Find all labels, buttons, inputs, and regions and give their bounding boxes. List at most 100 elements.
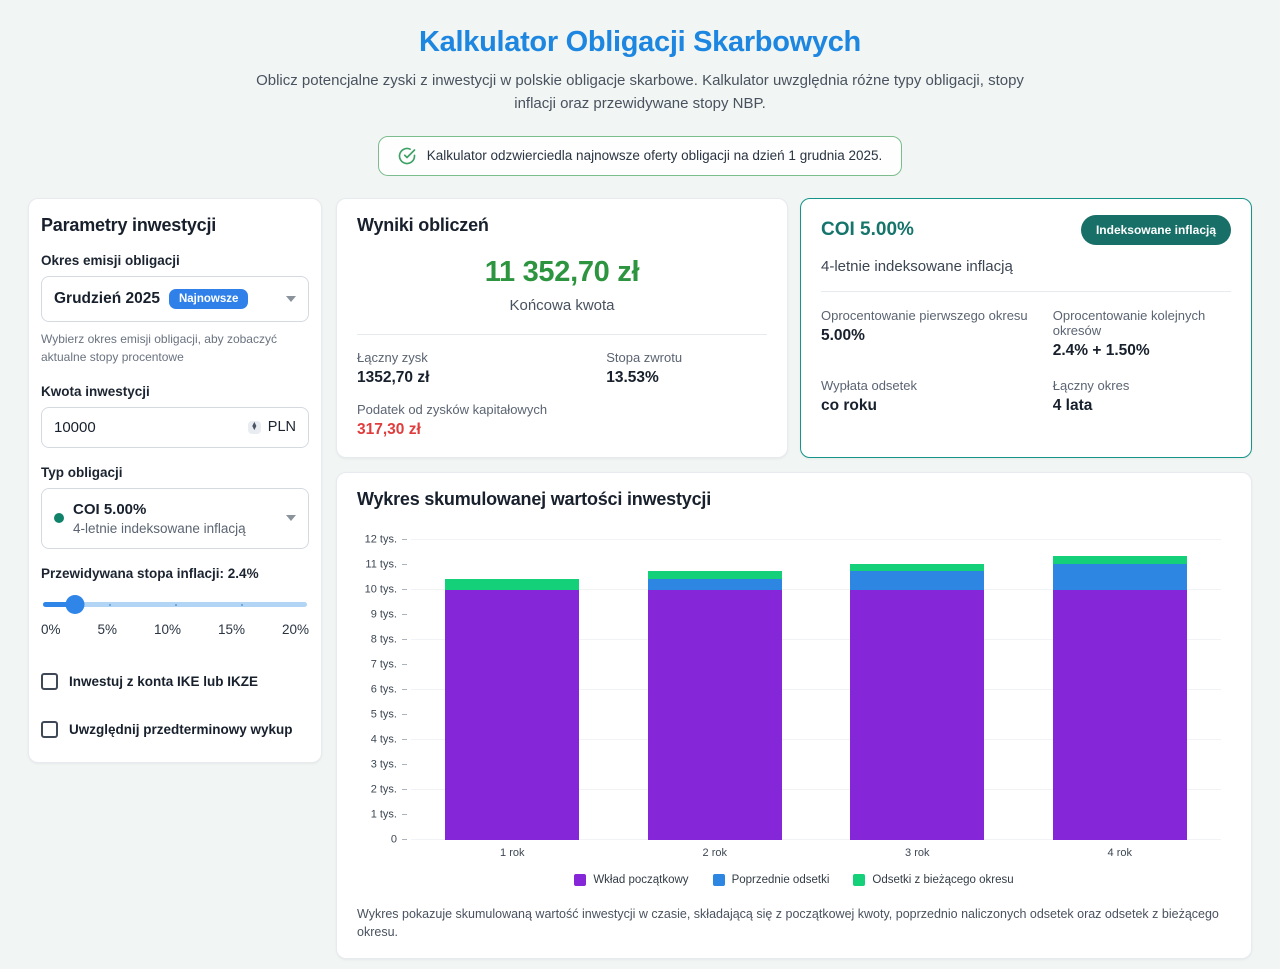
chart-bar-segment[interactable] <box>850 564 984 572</box>
chart-card: Wykres skumulowanej wartości inwestycji … <box>336 472 1252 960</box>
legend-label: Poprzednie odsetki <box>732 874 830 886</box>
checkbox-label: Inwestuj z konta IKE lub IKZE <box>69 674 258 689</box>
bond-type-dot-icon <box>54 513 64 523</box>
chart-x-labels: 1 rok2 rok3 rok4 rok <box>411 847 1221 859</box>
bond-detail-value: 5.00% <box>821 327 1053 345</box>
info-banner: Kalkulator odzwierciedla najnowsze ofert… <box>378 136 903 176</box>
chart-bar-segment[interactable] <box>1053 556 1187 564</box>
top-row: Wyniki obliczeń 11 352,70 zł Końcowa kwo… <box>336 198 1252 458</box>
bond-type-description: 4-letnie indeksowane inflacją <box>73 521 246 536</box>
chart-y-tick-label: 6 tys. <box>353 684 397 695</box>
divider <box>821 291 1231 292</box>
bond-detail-value: co roku <box>821 397 1053 415</box>
chart-bar-segment[interactable] <box>445 579 579 589</box>
chart-bar[interactable] <box>445 540 579 840</box>
chart-y-tick <box>402 664 407 665</box>
chart-y-tick-label: 5 tys. <box>353 709 397 720</box>
chart-y-tick <box>402 639 407 640</box>
legend-label: Odsetki z bieżącego okresu <box>872 874 1013 886</box>
chart-bar-group <box>816 540 1019 840</box>
inflation-indexed-badge: Indeksowane inflacją <box>1081 215 1231 245</box>
issue-period-select[interactable]: Grudzień 2025 Najnowsze <box>41 276 309 322</box>
slider-thumb[interactable] <box>65 595 84 614</box>
chart-y-tick-label: 9 tys. <box>353 609 397 620</box>
chart-y-tick <box>402 764 407 765</box>
chart-bar-segment[interactable] <box>850 571 984 589</box>
banner-text: Kalkulator odzwierciedla najnowsze ofert… <box>427 148 883 163</box>
banner-wrap: Kalkulator odzwierciedla najnowsze ofert… <box>28 136 1252 176</box>
chart-bar-segment[interactable] <box>648 590 782 840</box>
stat-return-rate: Stopa zwrotu 13.53% <box>606 350 767 387</box>
bond-details-grid: Oprocentowanie pierwszego okresu 5.00% O… <box>821 308 1231 415</box>
chart-y-tick <box>402 789 407 790</box>
bond-type-option: COI 5.00% 4-letnie indeksowane inflacją <box>73 501 246 536</box>
chart-y-tick <box>402 539 407 540</box>
slider-label: 15% <box>218 622 245 637</box>
chart-bar-segment[interactable] <box>445 590 579 840</box>
page-subtitle: Oblicz potencjalne zyski z inwestycji w … <box>250 69 1030 116</box>
final-amount-label: Końcowa kwota <box>357 297 767 314</box>
bond-type-value: COI 5.00% <box>73 501 246 518</box>
final-amount: 11 352,70 zł <box>357 256 767 289</box>
chart-bar-segment[interactable] <box>1053 564 1187 590</box>
bond-subtitle: 4-letnie indeksowane inflacją <box>821 258 1231 275</box>
chart-bar[interactable] <box>850 540 984 840</box>
stat-value: 13.53% <box>606 369 767 387</box>
chart-bar-segment[interactable] <box>648 571 782 579</box>
chevron-down-icon <box>286 296 296 302</box>
issue-period-helper: Wybierz okres emisji obligacji, aby zoba… <box>41 330 309 367</box>
chevron-down-icon <box>286 515 296 521</box>
amount-label: Kwota inwestycji <box>41 384 309 399</box>
checkbox-early-redemption[interactable]: Uwzględnij przedterminowy wykup <box>41 721 309 738</box>
investment-chart: 01 tys.2 tys.3 tys.4 tys.5 tys.6 tys.7 t… <box>357 540 1231 886</box>
bond-type-select[interactable]: COI 5.00% 4-letnie indeksowane inflacją <box>41 488 309 549</box>
slider-tick <box>241 604 243 606</box>
slider-tick <box>109 604 111 606</box>
bond-detail: Oprocentowanie pierwszego okresu 5.00% <box>821 308 1053 360</box>
bond-detail-value: 2.4% + 1.50% <box>1053 342 1231 360</box>
legend-swatch <box>713 874 725 886</box>
inflation-label: Przewidywana stopa inflacji: 2.4% <box>41 566 309 581</box>
chart-y-tick-label: 0 <box>353 834 397 845</box>
chart-bar[interactable] <box>1053 540 1187 840</box>
chart-bar-group <box>614 540 817 840</box>
legend-item[interactable]: Poprzednie odsetki <box>713 874 830 886</box>
bond-detail: Oprocentowanie kolejnych okresów 2.4% + … <box>1053 308 1231 360</box>
amount-value: 10000 <box>54 419 96 436</box>
chart-bar-segment[interactable] <box>1053 590 1187 840</box>
bond-detail: Wypłata odsetek co roku <box>821 378 1053 415</box>
chart-bar-group <box>1019 540 1222 840</box>
chart-heading: Wykres skumulowanej wartości inwestycji <box>357 489 1231 510</box>
checkbox-ike-ikze[interactable]: Inwestuj z konta IKE lub IKZE <box>41 673 309 690</box>
chart-x-label: 4 rok <box>1019 847 1222 859</box>
chart-x-label: 1 rok <box>411 847 614 859</box>
inflation-slider[interactable] <box>43 593 307 615</box>
bond-title: COI 5.00% <box>821 219 914 241</box>
chart-bar-segment[interactable] <box>648 579 782 589</box>
legend-item[interactable]: Wkład początkowy <box>574 874 688 886</box>
page-title: Kalkulator Obligacji Skarbowych <box>28 26 1252 59</box>
chart-y-tick <box>402 614 407 615</box>
right-column: Wyniki obliczeń 11 352,70 zł Końcowa kwo… <box>336 198 1252 960</box>
chart-y-tick-label: 1 tys. <box>353 809 397 820</box>
chart-bar-segment[interactable] <box>850 590 984 840</box>
chart-y-tick-label: 12 tys. <box>353 534 397 545</box>
number-stepper[interactable]: ▲▼ <box>248 421 261 434</box>
chart-y-tick-label: 8 tys. <box>353 634 397 645</box>
chart-bar[interactable] <box>648 540 782 840</box>
investment-amount-input[interactable]: 10000 ▲▼ PLN <box>41 407 309 448</box>
newest-badge: Najnowsze <box>169 289 248 309</box>
legend-item[interactable]: Odsetki z bieżącego okresu <box>853 874 1013 886</box>
checkbox-box[interactable] <box>41 673 58 690</box>
main-layout: Parametry inwestycji Okres emisji obliga… <box>28 198 1252 960</box>
checkbox-box[interactable] <box>41 721 58 738</box>
bond-detail-value: 4 lata <box>1053 397 1231 415</box>
bond-card-header: COI 5.00% Indeksowane inflacją <box>821 215 1231 245</box>
issue-period-value: Grudzień 2025 <box>54 290 160 308</box>
chart-bar-group <box>411 540 614 840</box>
slider-label: 10% <box>154 622 181 637</box>
chart-plot: 01 tys.2 tys.3 tys.4 tys.5 tys.6 tys.7 t… <box>411 540 1221 840</box>
chart-y-tick-label: 2 tys. <box>353 784 397 795</box>
currency-label: PLN <box>268 419 296 435</box>
bond-detail-label: Oprocentowanie pierwszego okresu <box>821 308 1053 323</box>
